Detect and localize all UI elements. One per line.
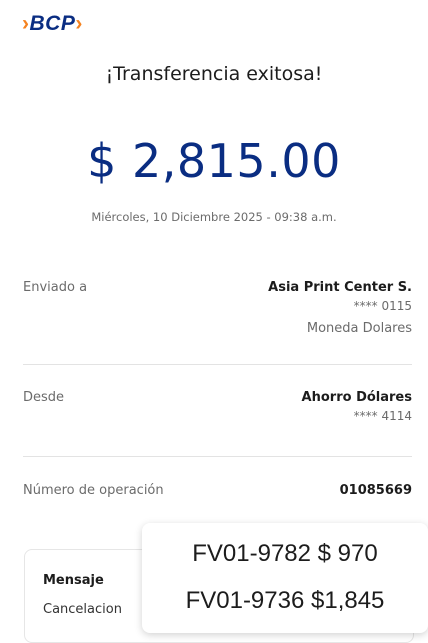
recipient-name: Asia Print Center S.	[268, 280, 412, 295]
message-label: Mensaje	[43, 573, 104, 588]
logo-chevron-left-icon: ›	[22, 12, 30, 35]
recipient-account: **** 0115	[353, 299, 412, 313]
recipient-currency: Moneda Dolares	[306, 321, 412, 336]
transfer-datetime: Miércoles, 10 Diciembre 2025 - 09:38 a.m…	[91, 210, 337, 224]
invoice-note-overlay: FV01-9782 $ 970 FV01-9736 $1,845	[142, 523, 428, 633]
operation-label: Número de operación	[23, 483, 164, 498]
divider	[23, 456, 412, 457]
transfer-amount: $ 2,815.00	[87, 134, 341, 188]
from-label: Desde	[23, 390, 65, 405]
divider	[23, 364, 412, 365]
bcp-logo: › BCP ›	[22, 12, 83, 36]
operation-number: 01085669	[339, 483, 412, 498]
source-account-name: Ahorro Dólares	[301, 390, 412, 405]
sent-to-values: Asia Print Center S. **** 0115 Moneda Do…	[268, 280, 412, 336]
source-account-number: **** 4114	[353, 409, 412, 423]
sent-to-label: Enviado a	[23, 280, 88, 295]
from-values: Ahorro Dólares **** 4114	[302, 390, 412, 423]
message-text: Cancelacion	[43, 602, 122, 617]
logo-text: BCP	[29, 12, 76, 35]
invoice-note-line: FV01-9736 $1,845	[185, 587, 385, 614]
logo-chevron-right-icon: ›	[75, 12, 83, 35]
operation-values: 01085669	[340, 483, 412, 498]
page-title: ¡Transferencia exitosa!	[105, 63, 323, 85]
invoice-note-line: FV01-9782 $ 970	[192, 540, 378, 567]
